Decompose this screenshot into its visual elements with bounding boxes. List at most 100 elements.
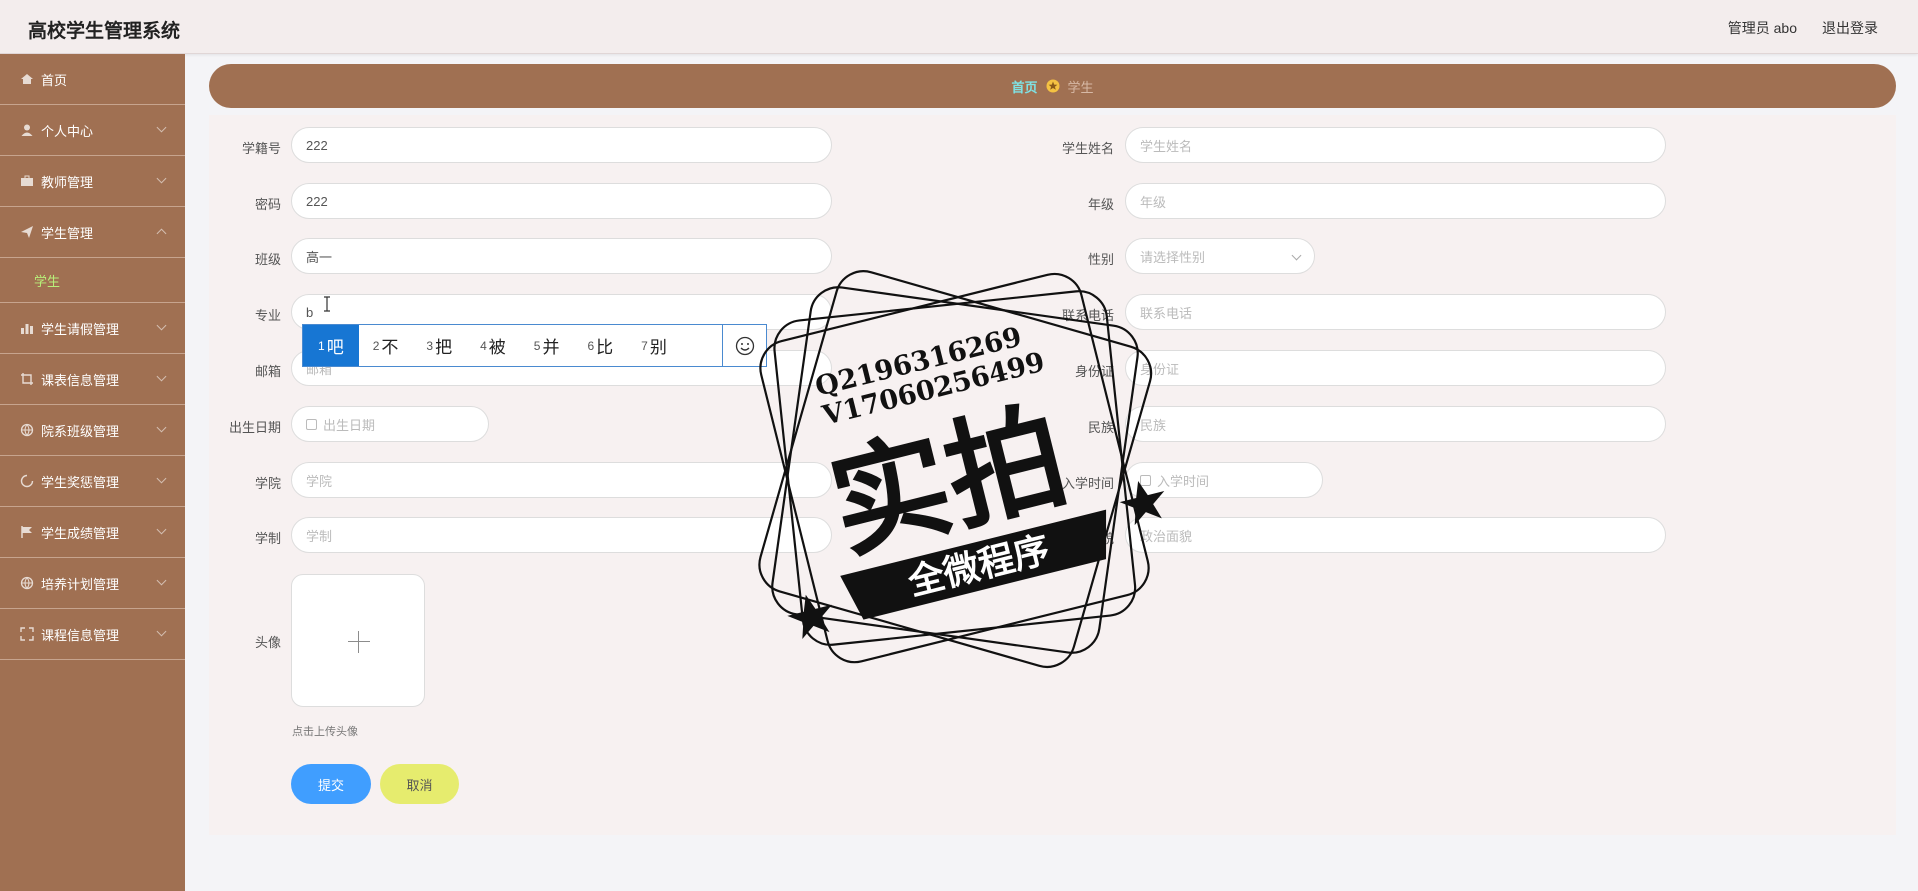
ethnicity-label: 民族 bbox=[1087, 420, 1114, 435]
submit-button[interactable]: 提交 bbox=[291, 764, 371, 804]
sidebar-item-label: 学生奖惩管理 bbox=[41, 474, 120, 490]
sidebar-item-label: 首页 bbox=[41, 72, 68, 88]
birth-date-input[interactable]: 出生日期 bbox=[291, 406, 489, 442]
ime-candidate-5[interactable]: 5并 bbox=[520, 325, 574, 366]
logout-link[interactable]: 退出登录 bbox=[1822, 18, 1878, 38]
ime-candidate-number: 5 bbox=[533, 338, 541, 353]
phone-label: 联系电话 bbox=[1061, 308, 1114, 323]
sidebar-item-label: 个人中心 bbox=[41, 123, 94, 139]
ime-candidate-7[interactable]: 7别 bbox=[627, 325, 681, 366]
ime-candidate-3[interactable]: 3把 bbox=[412, 325, 466, 366]
sidebar-item-courses[interactable]: 课程信息管理 bbox=[0, 609, 185, 660]
political-input[interactable]: 政治面貌 bbox=[1125, 517, 1666, 553]
calendar-icon bbox=[306, 418, 317, 430]
calendar-icon bbox=[1140, 474, 1151, 486]
plus-icon bbox=[348, 641, 370, 642]
user-icon bbox=[21, 124, 33, 136]
breadcrumb-current: 学生 bbox=[1067, 79, 1094, 95]
email-label: 邮箱 bbox=[254, 364, 281, 379]
ime-candidate-char: 并 bbox=[542, 338, 560, 357]
ime-candidate-6[interactable]: 6比 bbox=[573, 325, 627, 366]
home-icon bbox=[21, 74, 33, 84]
password-input[interactable]: 222 bbox=[291, 183, 832, 219]
sidebar-item-leave[interactable]: 学生请假管理 bbox=[0, 303, 185, 354]
sidebar-item-schedule[interactable]: 课表信息管理 bbox=[0, 354, 185, 405]
gender-label: 性别 bbox=[1087, 252, 1114, 267]
sidebar-item-label: 培养计划管理 bbox=[41, 576, 120, 592]
sidebar-item-students[interactable]: 学生管理 bbox=[0, 207, 185, 258]
globe-icon bbox=[20, 423, 34, 437]
sidebar-item-label: 学生管理 bbox=[41, 225, 94, 241]
ime-candidate-4[interactable]: 4被 bbox=[466, 325, 520, 366]
ime-candidate-number: 2 bbox=[372, 338, 380, 353]
ime-candidate-number: 7 bbox=[641, 338, 648, 353]
flag-icon bbox=[21, 526, 32, 538]
ime-candidate-1[interactable]: 1吧 bbox=[303, 325, 359, 366]
sidebar-item-label: 课程信息管理 bbox=[41, 627, 120, 643]
enroll-time-placeholder: 入学时间 bbox=[1157, 473, 1210, 489]
class-label: 班级 bbox=[254, 252, 281, 267]
class-input[interactable]: 高一 bbox=[291, 238, 832, 274]
sidebar-item-grades[interactable]: 学生成绩管理 bbox=[0, 507, 185, 558]
loading-icon bbox=[20, 474, 34, 488]
college-input[interactable]: 学院 bbox=[291, 462, 832, 498]
avatar-hint: 点击上传头像 bbox=[292, 726, 358, 738]
phone-input[interactable]: 联系电话 bbox=[1125, 294, 1666, 330]
ime-candidate-number: 1 bbox=[318, 338, 325, 353]
avatar-upload[interactable] bbox=[291, 574, 425, 707]
star-icon bbox=[1046, 79, 1059, 93]
sidebar-item-teachers[interactable]: 教师管理 bbox=[0, 156, 185, 207]
ime-candidate-2[interactable]: 2不 bbox=[359, 325, 413, 366]
sidebar-item-rewards[interactable]: 学生奖惩管理 bbox=[0, 456, 185, 507]
id-card-input[interactable]: 身份证 bbox=[1125, 350, 1666, 386]
gender-select[interactable]: 请选择性别 bbox=[1125, 238, 1315, 274]
enroll-time-label: 入学时间 bbox=[1061, 476, 1114, 491]
birth-date-label: 出生日期 bbox=[228, 420, 281, 435]
sidebar-item-departments[interactable]: 院系班级管理 bbox=[0, 405, 185, 456]
fullscreen-icon bbox=[20, 627, 34, 641]
briefcase-icon bbox=[21, 175, 33, 186]
ime-candidate-char: 被 bbox=[488, 338, 506, 357]
sidebar-item-label: 学生请假管理 bbox=[41, 321, 120, 337]
ime-candidate-number: 3 bbox=[426, 338, 434, 353]
student-name-input[interactable]: 学生姓名 bbox=[1125, 127, 1666, 163]
avatar-label: 头像 bbox=[254, 635, 281, 650]
cancel-button[interactable]: 取消 bbox=[380, 764, 459, 804]
breadcrumb-home[interactable]: 首页 bbox=[1011, 77, 1037, 96]
sidebar-item-profile[interactable]: 个人中心 bbox=[0, 105, 185, 156]
sidebar-item-training-plan[interactable]: 培养计划管理 bbox=[0, 558, 185, 609]
ime-candidate-char: 别 bbox=[649, 338, 667, 357]
sidebar-item-label: 院系班级管理 bbox=[41, 423, 120, 439]
political-label: 政治面貌 bbox=[1061, 531, 1114, 546]
sidebar-subitem-student[interactable]: 学生 bbox=[0, 258, 185, 303]
sidebar-item-home[interactable]: 首页 bbox=[0, 54, 185, 105]
crop-icon bbox=[21, 373, 33, 385]
ime-candidate-char: 把 bbox=[435, 338, 453, 357]
sidebar-subitem-label: 学生 bbox=[34, 273, 61, 289]
student-id-input[interactable]: 222 bbox=[291, 127, 832, 163]
text-cursor-icon bbox=[324, 296, 330, 312]
emoji-icon bbox=[735, 336, 754, 355]
schooling-input[interactable]: 学制 bbox=[291, 517, 832, 553]
enroll-time-input[interactable]: 入学时间 bbox=[1125, 462, 1323, 498]
plus-icon-vertical bbox=[358, 631, 359, 653]
major-label: 专业 bbox=[254, 308, 281, 323]
ethnicity-input[interactable]: 民族 bbox=[1125, 406, 1666, 442]
schooling-label: 学制 bbox=[254, 531, 281, 546]
globe-icon bbox=[20, 576, 34, 590]
chevron-down-icon bbox=[156, 524, 167, 535]
ime-candidate-char: 不 bbox=[381, 338, 399, 357]
sidebar-item-label: 教师管理 bbox=[41, 174, 94, 190]
student-name-label: 学生姓名 bbox=[1061, 141, 1114, 156]
grade-input[interactable]: 年级 bbox=[1125, 183, 1666, 219]
chevron-down-icon bbox=[156, 473, 167, 484]
student-id-label: 学籍号 bbox=[241, 141, 281, 156]
ime-candidate-number: 6 bbox=[587, 338, 595, 353]
college-label: 学院 bbox=[254, 476, 281, 491]
emoji-button[interactable] bbox=[722, 325, 766, 366]
sidebar: 首页 个人中心 教师管理 学生管理 学生 学生请假管理 课表信息管理 院系班级管… bbox=[0, 54, 185, 891]
breadcrumb: 首页 学生 bbox=[209, 64, 1896, 108]
chevron-down-icon bbox=[156, 371, 167, 382]
gender-placeholder: 请选择性别 bbox=[1140, 249, 1206, 265]
admin-info: 管理员 abo bbox=[1727, 20, 1797, 36]
